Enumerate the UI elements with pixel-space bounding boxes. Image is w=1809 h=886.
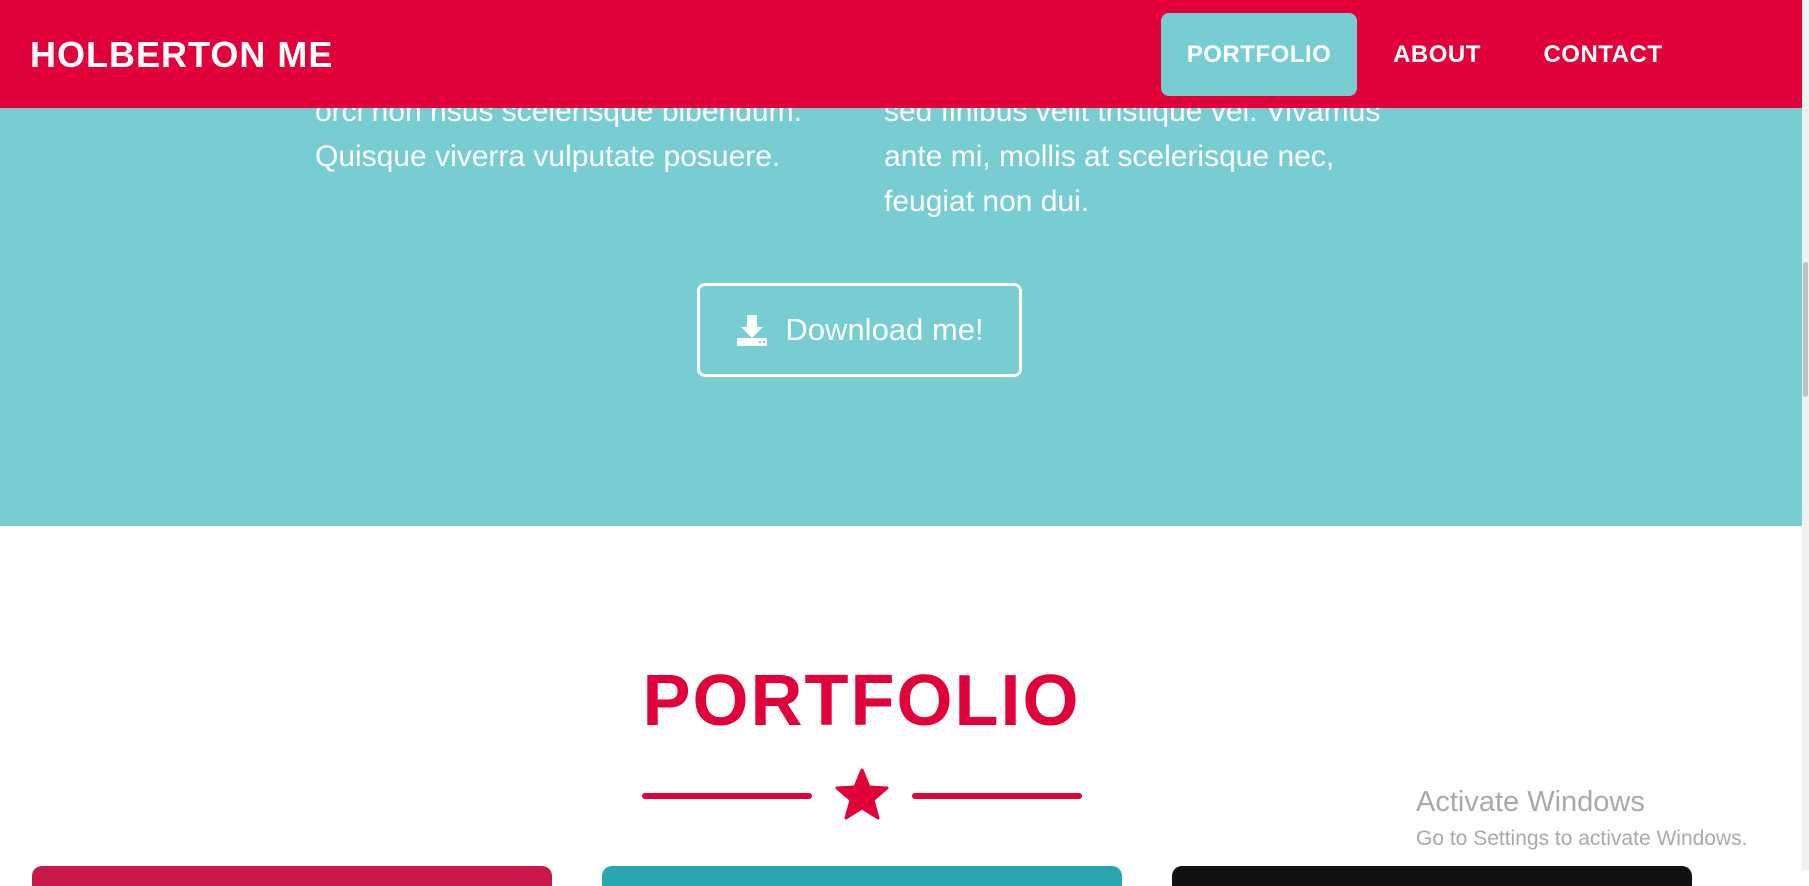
- brand-logo[interactable]: HOLBERTON ME: [30, 0, 333, 108]
- activate-windows-watermark: Activate Windows Go to Settings to activ…: [1416, 784, 1748, 854]
- divider-line-right: [912, 793, 1082, 799]
- page-scrollbar[interactable]: [1802, 0, 1809, 870]
- portfolio-card[interactable]: [32, 866, 552, 886]
- nav-item-about[interactable]: ABOUT: [1365, 13, 1509, 96]
- scrollbar-thumb[interactable]: [1803, 262, 1808, 397]
- download-icon: [737, 315, 768, 346]
- download-button-label: Download me!: [785, 312, 984, 347]
- about-text-right-line-2: ante mi, mollis at scelerisque nec,: [884, 140, 1335, 173]
- star-icon: [835, 768, 889, 820]
- portfolio-card[interactable]: [1172, 866, 1692, 886]
- watermark-title: Activate Windows: [1416, 786, 1645, 818]
- about-text-right-line-3: feugiat non dui.: [884, 185, 1090, 218]
- portfolio-title: PORTFOLIO: [642, 661, 1081, 741]
- divider-line-left: [642, 793, 812, 799]
- nav-item-contact[interactable]: CONTACT: [1523, 13, 1683, 96]
- section-divider: [642, 767, 1082, 823]
- download-button[interactable]: Download me!: [697, 283, 1022, 377]
- about-text-right: sed finibus velit tristique vel. Vivamus…: [884, 89, 1414, 224]
- navbar: HOLBERTON ME PORTFOLIO ABOUT CONTACT: [0, 0, 1802, 108]
- about-text-left-line-2: Quisque viverra vulputate posuere.: [315, 140, 781, 173]
- nav-item-portfolio[interactable]: PORTFOLIO: [1161, 13, 1357, 96]
- watermark-subtitle: Go to Settings to activate Windows.: [1416, 827, 1748, 850]
- portfolio-card[interactable]: [602, 866, 1122, 886]
